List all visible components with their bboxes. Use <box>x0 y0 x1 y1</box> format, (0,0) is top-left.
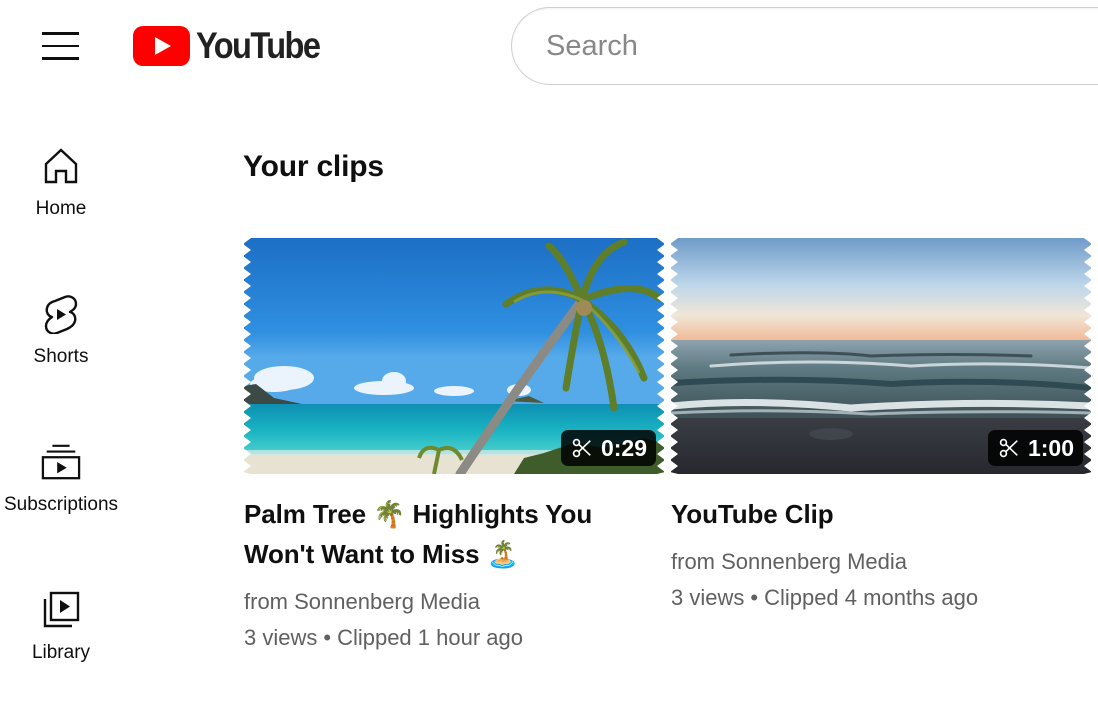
clip-metadata: from Sonnenberg Media 3 views • Clipped 1 … <box>244 584 664 656</box>
search-bar[interactable] <box>511 7 1098 85</box>
separator-dot: • <box>323 625 332 650</box>
sidebar-item-home[interactable]: Home <box>0 146 122 266</box>
home-icon <box>41 146 81 186</box>
clip-edge-right <box>657 238 664 474</box>
clip-channel: from Sonnenberg Media <box>671 549 908 574</box>
page-title: Your clips <box>243 150 384 183</box>
subscriptions-icon <box>41 442 81 482</box>
menu-line <box>42 44 79 48</box>
menu-line <box>42 32 79 35</box>
clip-thumbnail[interactable]: 0:29 <box>244 238 664 474</box>
youtube-play-logo-icon <box>133 26 190 66</box>
youtube-logo[interactable]: YouTube <box>133 26 336 66</box>
top-header: YouTube <box>0 0 1098 92</box>
sidebar: Home Shorts Subscriptions Library <box>0 92 122 679</box>
library-icon <box>41 590 81 630</box>
clip-duration-badge: 1:00 <box>987 430 1083 466</box>
clip-clipped-time: Clipped 4 months ago <box>764 585 979 610</box>
clip-edge-right <box>1084 238 1091 474</box>
sidebar-item-label: Subscriptions <box>3 494 119 515</box>
clip-card[interactable]: 1:00 YouTube Clip from Sonnenberg Media … <box>671 238 1091 616</box>
sidebar-item-library[interactable]: Library <box>0 590 122 710</box>
clip-thumbnail[interactable]: 1:00 <box>671 238 1091 474</box>
clip-duration: 1:00 <box>1027 434 1074 461</box>
sidebar-item-label: Library <box>31 642 91 663</box>
clip-edge-left <box>244 238 251 474</box>
clip-channel: from Sonnenberg Media <box>244 589 481 614</box>
clip-stats: 3 views • Clipped 1 hour ago <box>244 620 664 656</box>
clip-edge-left <box>671 238 678 474</box>
clip-duration: 0:29 <box>600 434 647 461</box>
clip-title[interactable]: Palm Tree 🌴 Highlights You Won't Want to… <box>244 494 664 574</box>
clip-title[interactable]: YouTube Clip <box>671 494 1091 534</box>
scissors-icon <box>572 438 591 458</box>
separator-dot: • <box>750 585 759 610</box>
clip-duration-badge: 0:29 <box>560 430 656 466</box>
logo-wordmark: YouTube <box>196 25 321 66</box>
shorts-icon <box>41 294 81 334</box>
sidebar-item-subscriptions[interactable]: Subscriptions <box>0 442 122 562</box>
sidebar-item-label: Home <box>35 198 87 219</box>
scissors-icon <box>999 438 1018 458</box>
hamburger-menu-icon[interactable] <box>38 26 84 66</box>
clip-clipped-time: Clipped 1 hour ago <box>337 625 523 650</box>
clip-card[interactable]: 0:29 Palm Tree 🌴 Highlights You Won't Wa… <box>244 238 664 656</box>
clip-stats: 3 views • Clipped 4 months ago <box>671 580 1091 616</box>
clip-metadata: from Sonnenberg Media 3 views • Clipped 4 … <box>671 544 1091 616</box>
clip-views: 3 views <box>671 585 745 610</box>
search-input[interactable] <box>546 29 1098 63</box>
menu-line <box>42 57 79 60</box>
sidebar-item-label: Shorts <box>33 346 89 367</box>
sidebar-item-shorts[interactable]: Shorts <box>0 294 122 414</box>
clip-views: 3 views <box>244 625 318 650</box>
